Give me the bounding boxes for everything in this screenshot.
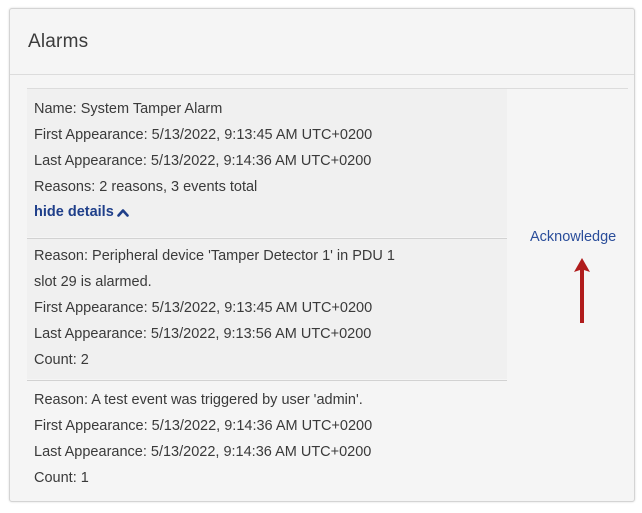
reason-text: Reason: A test event was triggered by us… (34, 392, 363, 408)
alarm-row: Name: System Tamper Alarm First Appearan… (27, 88, 628, 499)
hide-details-label: hide details (34, 204, 114, 220)
reason-item: Reason: Peripheral device 'Tamper Detect… (27, 238, 507, 379)
reason-first-appearance: First Appearance: 5/13/2022, 9:14:36 AM … (34, 418, 373, 434)
panel-title: Alarms (28, 30, 89, 52)
alarm-last-appearance: Last Appearance: 5/13/2022, 9:14:36 AM U… (34, 153, 372, 169)
arrow-up-icon (574, 258, 590, 323)
reason-text: Reason: Peripheral device 'Tamper Detect… (34, 248, 395, 264)
chevron-up-icon (116, 208, 129, 217)
reason-last-appearance: Last Appearance: 5/13/2022, 9:14:36 AM U… (34, 444, 372, 460)
reason-first-appearance: First Appearance: 5/13/2022, 9:13:45 AM … (34, 300, 373, 316)
alarm-details: Name: System Tamper Alarm First Appearan… (27, 89, 507, 499)
alarm-name: Name: System Tamper Alarm (34, 101, 223, 117)
reason-text-continued: slot 29 is alarmed. (34, 274, 152, 290)
alarm-summary: Name: System Tamper Alarm First Appearan… (27, 89, 507, 237)
reason-item: Reason: A test event was triggered by us… (27, 380, 507, 499)
reason-count: Count: 1 (34, 470, 89, 486)
hide-details-link[interactable]: hide details (34, 200, 129, 224)
alarm-first-appearance: First Appearance: 5/13/2022, 9:13:45 AM … (34, 127, 373, 143)
alarm-reasons-summary: Reasons: 2 reasons, 3 events total (34, 179, 258, 195)
alarms-panel: Alarms Name: System Tamper Alarm First A… (9, 8, 635, 502)
reason-last-appearance: Last Appearance: 5/13/2022, 9:13:56 AM U… (34, 326, 372, 342)
acknowledge-link[interactable]: Acknowledge (530, 229, 616, 245)
reason-count: Count: 2 (34, 352, 89, 368)
panel-header: Alarms (10, 9, 634, 75)
